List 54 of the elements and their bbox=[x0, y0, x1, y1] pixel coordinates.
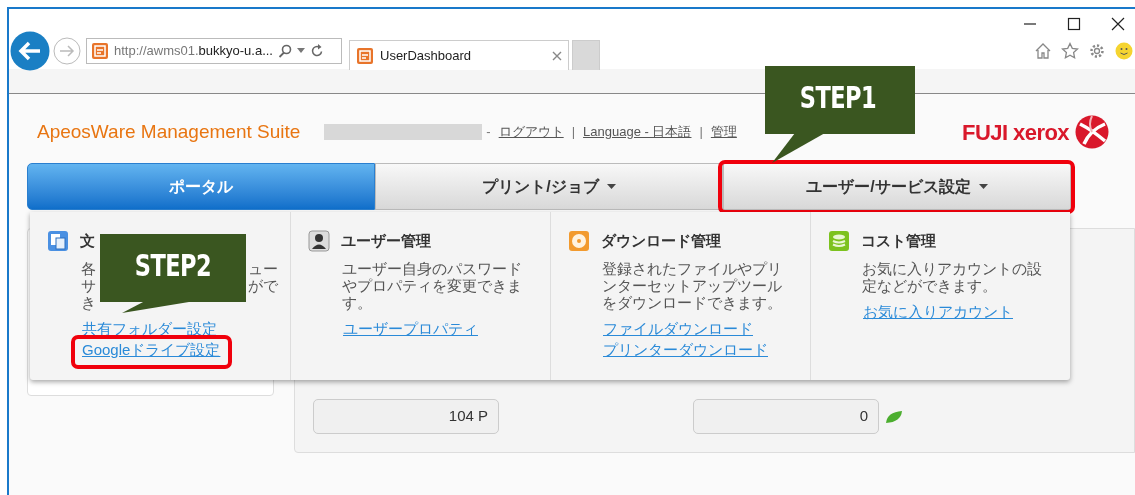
company-logo: FUJI xerox bbox=[962, 118, 1069, 147]
description-text: をダウンロードできます。 bbox=[602, 293, 782, 311]
caret-icon bbox=[978, 183, 988, 190]
description-text: す。 bbox=[342, 293, 372, 311]
settings-icon[interactable] bbox=[1088, 42, 1106, 60]
description-text: サ bbox=[81, 276, 96, 294]
callout-label: STEP1 bbox=[798, 80, 878, 116]
documents-icon bbox=[47, 230, 69, 253]
maximize-icon[interactable] bbox=[1067, 17, 1081, 31]
description-text: 登録されたファイルやプリ bbox=[602, 259, 782, 277]
description-text: 各 bbox=[81, 259, 96, 277]
description-text: ュー bbox=[248, 259, 278, 277]
separator-text: | bbox=[571, 123, 576, 142]
app-title: ApeosWare Management Suite bbox=[37, 119, 301, 144]
refresh-icon[interactable] bbox=[310, 44, 324, 58]
nav-tab[interactable]: プリント/ジョブ bbox=[375, 163, 723, 210]
description-text: お気に入りアカウントの設 bbox=[862, 259, 1042, 277]
description-text: 定などができます。 bbox=[862, 276, 997, 294]
value-field: 0 bbox=[693, 399, 879, 434]
star-icon[interactable] bbox=[1061, 42, 1079, 60]
menu-link[interactable]: Googleドライブ設定 bbox=[82, 340, 221, 359]
coins-icon bbox=[828, 230, 850, 253]
close-tab-icon[interactable] bbox=[552, 50, 562, 61]
page-icon bbox=[91, 42, 109, 60]
header-link[interactable]: Language - 日本語 bbox=[583, 122, 692, 142]
smiley-icon[interactable] bbox=[1115, 42, 1133, 60]
callout-label: STEP2 bbox=[133, 248, 213, 284]
description-text: がで bbox=[248, 276, 278, 294]
page-icon bbox=[356, 46, 374, 65]
header-link[interactable]: ログアウト bbox=[498, 122, 564, 142]
browser-tab[interactable]: UserDashboard bbox=[349, 40, 569, 70]
sphere-icon bbox=[1075, 115, 1109, 149]
description-text: ユーザー自身のパスワード bbox=[342, 259, 522, 277]
description-text: ンターセットアップツール bbox=[602, 276, 782, 294]
home-icon[interactable] bbox=[1034, 42, 1052, 60]
address-text: http://awms01.bukkyo-u.a... bbox=[114, 42, 273, 61]
description-text: き bbox=[81, 293, 96, 311]
header-link[interactable]: 管理 bbox=[710, 122, 737, 142]
caret-icon bbox=[606, 183, 616, 190]
menu-heading: ユーザー管理 bbox=[341, 231, 431, 251]
nav-tab[interactable]: ユーザー/サービス設定 bbox=[723, 163, 1071, 210]
menu-heading: ダウンロード管理 bbox=[601, 231, 721, 251]
back-icon[interactable] bbox=[10, 31, 50, 71]
user-icon bbox=[308, 230, 330, 253]
menu-heading: コスト管理 bbox=[861, 231, 936, 251]
address-bar[interactable]: http://awms01.bukkyo-u.a... bbox=[86, 38, 342, 64]
close-icon[interactable] bbox=[1111, 17, 1125, 31]
separator-text: - bbox=[486, 123, 491, 142]
separator-text: | bbox=[699, 123, 703, 142]
caret-icon[interactable] bbox=[297, 48, 305, 54]
value-field: 104 P bbox=[313, 399, 499, 434]
description-text: やプロパティを変更できま bbox=[342, 276, 522, 294]
search-icon[interactable] bbox=[278, 44, 292, 58]
menu-heading: 文 bbox=[80, 231, 95, 251]
